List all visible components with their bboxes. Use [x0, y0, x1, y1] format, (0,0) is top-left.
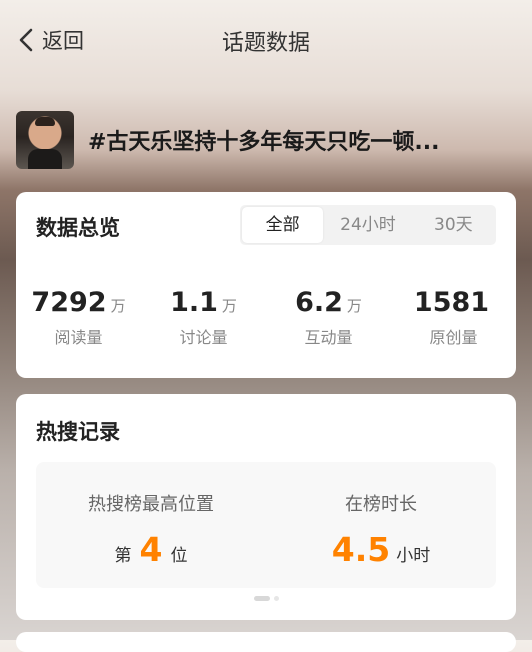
- stat-label: 阅读量: [54, 328, 103, 347]
- page-dot: [273, 596, 279, 601]
- stat-reads: 7292 万 阅读量: [16, 287, 141, 348]
- stat-unit: 万: [221, 297, 237, 315]
- peak-suffix: 位: [170, 546, 188, 566]
- stat-originals: 1581 原创量: [391, 287, 516, 348]
- stat-label: 讨论量: [179, 328, 228, 347]
- topic-title: #古天乐坚持十多年每天只吃一顿...: [88, 130, 440, 155]
- page-dot-active: [253, 596, 270, 601]
- stat-unit: 万: [110, 297, 126, 315]
- stat-value: 7292: [31, 287, 107, 318]
- list-duration: 在榜时长 4.5 小时: [266, 490, 496, 570]
- hot-search-panel[interactable]: 热搜榜最高位置 第 4 位 在榜时长 4.5 小时: [36, 462, 496, 588]
- topic-header: #古天乐坚持十多年每天只吃一顿...: [16, 110, 516, 170]
- time-range-tabs: 全部 24小时 30天: [240, 205, 496, 245]
- stat-value: 1581: [413, 287, 490, 318]
- stat-interactions: 6.2 万 互动量: [266, 287, 391, 348]
- stats-row: 7292 万 阅读量 1.1 万 讨论量 6.2 万 互动量 1581 原创量: [16, 287, 516, 348]
- peak-value: 4: [139, 530, 163, 569]
- top-bar: 返回 话题数据: [0, 0, 532, 78]
- stat-value: 1.1: [170, 287, 218, 318]
- stat-label: 原创量: [429, 328, 478, 347]
- peak-prefix: 第: [114, 546, 132, 566]
- page-title: 话题数据: [221, 31, 310, 56]
- stat-unit: 万: [346, 297, 362, 315]
- duration-label: 在榜时长: [345, 494, 417, 515]
- tab-30d[interactable]: 30天: [413, 207, 494, 243]
- page-indicator: [16, 596, 516, 601]
- hot-search-title: 热搜记录: [36, 420, 120, 444]
- peak-label: 热搜榜最高位置: [88, 494, 214, 515]
- hot-search-card: 热搜记录 热搜榜最高位置 第 4 位 在榜时长 4.5 小时: [16, 394, 516, 620]
- next-card: [16, 632, 516, 652]
- overview-title: 数据总览: [36, 216, 120, 240]
- stat-discussions: 1.1 万 讨论量: [141, 287, 266, 348]
- duration-suffix: 小时: [396, 546, 431, 566]
- stat-value: 6.2: [295, 287, 343, 318]
- peak-position: 热搜榜最高位置 第 4 位: [36, 490, 266, 570]
- stat-label: 互动量: [304, 328, 353, 347]
- duration-value: 4.5: [331, 530, 391, 569]
- tab-24h[interactable]: 24小时: [327, 207, 408, 243]
- tab-all[interactable]: 全部: [242, 207, 324, 243]
- overview-card: 数据总览 全部 24小时 30天 7292 万 阅读量 1.1 万 讨论量 6.2 万…: [16, 192, 516, 378]
- topic-avatar[interactable]: [16, 111, 74, 169]
